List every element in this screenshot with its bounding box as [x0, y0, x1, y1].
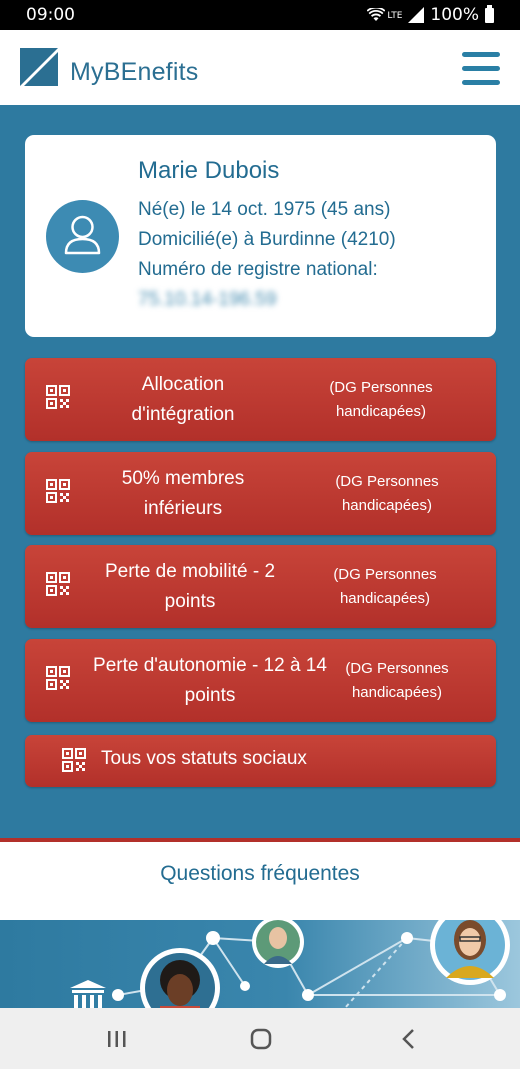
- status-icons: LTE 100%: [367, 4, 494, 25]
- hamburger-menu-button[interactable]: [462, 52, 502, 88]
- qr-code-icon: [46, 479, 70, 503]
- residence: Domicilié(e) à Burdinne (4210): [138, 229, 396, 250]
- faq-link[interactable]: Questions fréquentes: [0, 862, 520, 886]
- profile-name: Marie Dubois: [138, 157, 280, 184]
- main-content: Marie Dubois Né(e) le 14 oct. 1975 (45 a…: [0, 105, 520, 838]
- hamburger-menu-icon: [462, 52, 500, 57]
- status-button-perte-autonomie[interactable]: Perte d'autonomie - 12 à 14 points (DG P…: [25, 639, 496, 722]
- status-title: Perte de mobilité - 2 points: [104, 561, 276, 612]
- battery-icon: [485, 4, 494, 23]
- status-button-perte-mobilite[interactable]: Perte de mobilité - 2 points (DG Personn…: [25, 545, 496, 628]
- illustration-banner: [0, 920, 520, 1008]
- hamburger-line: [462, 66, 500, 71]
- status-org: (DG Personnes handicapées): [333, 566, 437, 607]
- status-org: (DG Personnes handicapées): [329, 379, 433, 420]
- qr-code-icon: [46, 666, 70, 690]
- status-button-allocation[interactable]: Allocation d'intégration (DG Personnes h…: [25, 358, 496, 441]
- avatar: [46, 200, 119, 273]
- network-illustration: [0, 920, 520, 1008]
- profile-card: Marie Dubois Né(e) le 14 oct. 1975 (45 a…: [25, 135, 496, 337]
- registry-number: 75.10.14-196.59: [138, 289, 277, 310]
- all-statuses-button[interactable]: Tous vos statuts sociaux: [25, 735, 496, 787]
- battery-percent: 100%: [430, 5, 479, 25]
- qr-code-icon: [62, 748, 86, 772]
- status-title: Allocation d'intégration: [131, 374, 235, 425]
- qr-code-icon: [46, 572, 70, 596]
- network-type: LTE: [387, 11, 403, 21]
- system-status-bar: 09:00 LTE 100%: [0, 0, 520, 30]
- faq-section: Questions fréquentes: [0, 842, 520, 920]
- hamburger-line: [462, 80, 500, 85]
- system-navigation-bar: [0, 1008, 520, 1069]
- status-button-membres-inferieurs[interactable]: 50% membres inférieurs (DG Personnes han…: [25, 452, 496, 535]
- status-title: 50% membres inférieurs: [121, 468, 245, 519]
- app-header: MyBEnefits: [0, 30, 520, 105]
- back-icon[interactable]: [396, 1024, 422, 1054]
- mybenefits-logo: [20, 48, 58, 86]
- status-org: (DG Personnes handicapées): [345, 660, 449, 701]
- registry-label: Numéro de registre national:: [138, 259, 378, 280]
- clock: 09:00: [26, 5, 75, 25]
- qr-code-icon: [46, 385, 70, 409]
- recent-apps-icon[interactable]: [104, 1024, 130, 1054]
- wifi-icon: [367, 8, 386, 21]
- user-icon: [64, 215, 101, 255]
- status-org: (DG Personnes handicapées): [335, 473, 439, 514]
- status-title: Perte d'autonomie - 12 à 14 points: [93, 655, 327, 706]
- all-statuses-label: Tous vos statuts sociaux: [101, 748, 307, 769]
- birth-date: Né(e) le 14 oct. 1975 (45 ans): [138, 199, 391, 220]
- home-icon[interactable]: [248, 1024, 274, 1054]
- signal-icon: [408, 7, 425, 23]
- brand-name: MyBEnefits: [70, 58, 199, 86]
